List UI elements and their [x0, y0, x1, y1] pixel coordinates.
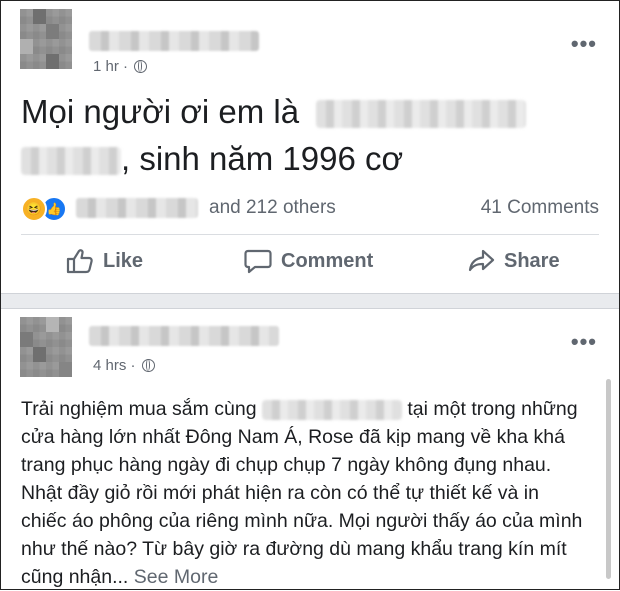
- see-more-link[interactable]: See More: [128, 566, 219, 588]
- reaction-others[interactable]: and 212 others: [209, 197, 336, 219]
- more-options-icon[interactable]: •••: [571, 33, 597, 55]
- comment-icon: [244, 249, 272, 274]
- post-body: Trải nghiệm mua sắm cùng tại một trong n…: [21, 395, 589, 591]
- haha-emoji-icon: 😆: [21, 196, 47, 222]
- post-card-1: 1 hr · ••• Mọi người ơi em là , sinh năm…: [1, 1, 619, 293]
- comments-count[interactable]: 41 Comments: [481, 197, 599, 219]
- comment-button[interactable]: Comment: [244, 248, 373, 274]
- reactor-names-redacted[interactable]: [76, 198, 198, 218]
- post-card-2: 4 hrs · ••• Trải nghiệm mua sắm cùng tại…: [1, 309, 619, 588]
- post-body-start: Trải nghiệm mua sắm cùng: [21, 398, 262, 420]
- post-text-line1: Mọi người ơi em là: [21, 93, 300, 130]
- globe-icon: [141, 359, 155, 372]
- thumbs-up-icon: [66, 249, 93, 274]
- author-name-redacted[interactable]: [89, 326, 279, 346]
- share-button[interactable]: Share: [467, 248, 560, 274]
- post-timestamp[interactable]: 1 hr ·: [93, 58, 128, 75]
- post-text-2: , sinh năm 1996 cơ: [21, 134, 403, 184]
- like-button[interactable]: Like: [66, 248, 143, 274]
- divider: [21, 234, 599, 235]
- avatar[interactable]: [20, 9, 72, 69]
- post-text-line2: , sinh năm 1996 cơ: [121, 140, 404, 177]
- feed-separator: [1, 293, 619, 309]
- share-icon: [468, 249, 495, 272]
- post-body-rest: tại một trong những cửa hàng lớn nhất Đô…: [21, 398, 583, 588]
- more-options-icon[interactable]: •••: [571, 331, 597, 353]
- author-name-redacted[interactable]: [89, 31, 259, 51]
- post-meta: 1 hr ·: [93, 58, 148, 75]
- redacted-text: [261, 399, 402, 420]
- redacted-text: [316, 100, 527, 129]
- share-label: Share: [504, 249, 560, 272]
- redacted-text: [21, 147, 121, 176]
- comment-label: Comment: [281, 249, 374, 272]
- avatar[interactable]: [20, 317, 72, 377]
- like-label: Like: [103, 249, 144, 272]
- post-meta: 4 hrs ·: [93, 357, 155, 374]
- post-actions: Like Comment Share: [1, 248, 619, 288]
- reaction-icons[interactable]: 😆 👍: [21, 196, 67, 222]
- post-text: Mọi người ơi em là: [21, 87, 527, 137]
- post-timestamp[interactable]: 4 hrs ·: [93, 357, 136, 374]
- globe-icon: [134, 60, 148, 73]
- scrollbar[interactable]: [606, 379, 611, 579]
